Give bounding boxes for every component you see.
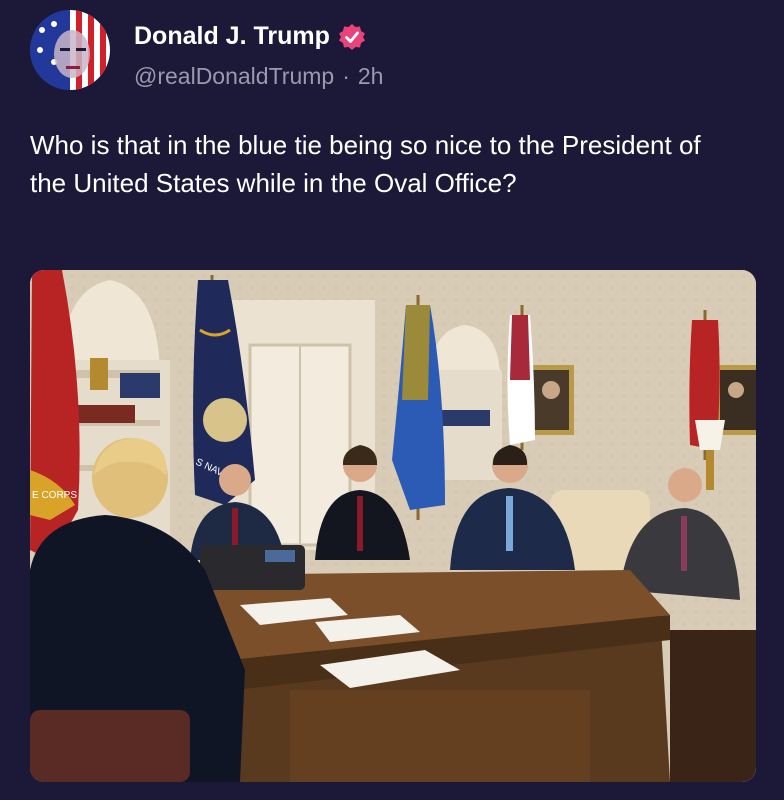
tweet-header: Donald J. Trump @realDonaldTrump · 2h xyxy=(30,10,760,90)
photo-illustration: E CORPS S NAVY xyxy=(30,270,756,782)
tweet-text: Who is that in the blue tie being so nic… xyxy=(30,130,701,198)
flag-label-corps: E CORPS xyxy=(32,490,77,501)
verified-badge-icon xyxy=(338,23,365,50)
avatar[interactable] xyxy=(30,10,110,90)
timestamp[interactable]: 2h xyxy=(358,63,384,90)
meta-separator: · xyxy=(342,63,350,89)
tweet-photo[interactable]: E CORPS S NAVY xyxy=(30,270,756,782)
author-handle[interactable]: @realDonaldTrump xyxy=(134,63,334,90)
avatar-image xyxy=(30,10,110,90)
author-display-name[interactable]: Donald J. Trump xyxy=(134,22,330,51)
